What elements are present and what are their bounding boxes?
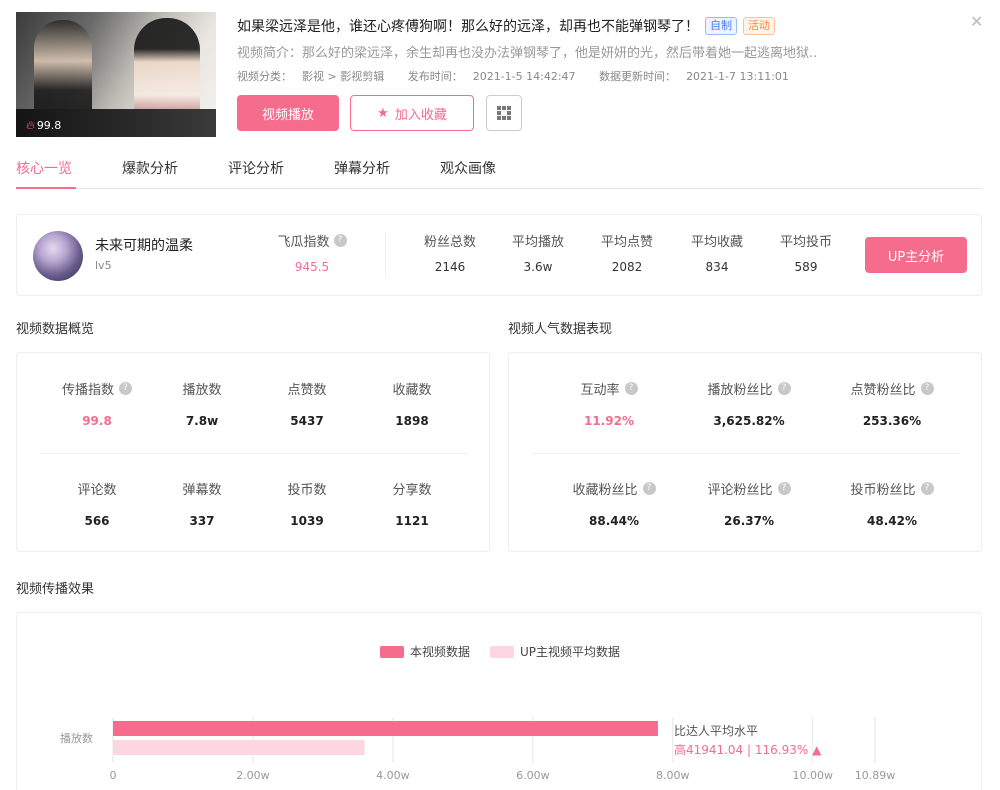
x-tick-label: 0 (110, 769, 117, 782)
help-icon[interactable]: ? (642, 482, 656, 495)
heat-badge: 🔥︎ 99.8 (26, 118, 61, 133)
like-fans-ratio: 点赞粉丝比? 253.36% (827, 379, 957, 428)
up-info-panel: 未来可期的温柔 lv5 飞瓜指数? 945.5 粉丝总数 2146 平均播放 3.6… (16, 214, 982, 296)
flame-icon: 🔥︎ (26, 118, 35, 132)
add-favorite-button[interactable]: ★ 加入收藏 (350, 95, 474, 131)
popularity-card: 互动率? 11.92% 播放粉丝比? 3,625.82% 点赞粉丝比? 253.… (508, 352, 982, 552)
help-icon[interactable]: ? (920, 382, 934, 395)
video-thumbnail[interactable]: 🔥︎ 99.8 (16, 12, 216, 137)
tag-activity: 活动 (743, 17, 775, 35)
favorite-fans-ratio: 收藏粉丝比? 88.44% (549, 479, 679, 528)
divider (533, 453, 959, 454)
interaction-rate: 互动率? 11.92% (549, 379, 669, 428)
x-tick-label: 6.00w (516, 769, 550, 782)
category-info: 视频分类： 影视 > 影视剪辑 (237, 70, 385, 83)
share-count: 分享数 1121 (392, 483, 432, 528)
video-title-row: 如果梁远泽是他，谁还心疼傅狗啊！那么好的远泽，却再也不能弹钢琴了！ 自制 活动 (237, 16, 775, 36)
fans-total: 粉丝总数 2146 (423, 235, 476, 274)
play-count: 播放数 7.8w (182, 383, 222, 428)
x-tick-label: 10.00w (792, 769, 833, 782)
up-analysis-button[interactable]: UP主分析 (865, 237, 967, 273)
help-icon[interactable]: ? (119, 382, 132, 395)
avg-like: 平均点赞 2082 (600, 235, 653, 274)
tab-bar: 核心一览 爆款分析 评论分析 弹幕分析 观众画像 (16, 158, 982, 189)
comparison-annotation-title: 比达人平均水平 (674, 724, 758, 738)
tab-comment-analysis[interactable]: 评论分析 (228, 158, 284, 189)
y-category-label: 播放数 (60, 731, 93, 745)
bar-chart: 0 2.00w 4.00w 6.00w 8.00w 10.00w 10.89w 播放数 比达人平… (60, 717, 896, 782)
help-icon[interactable]: ? (624, 382, 638, 395)
play-video-button[interactable]: 视频播放 (237, 95, 339, 131)
tab-core-overview[interactable]: 核心一览 (16, 158, 72, 189)
effect-title: 视频传播效果 (16, 582, 95, 597)
overview-card: 传播指数? 99.8 播放数 7.8w 点赞数 5437 收藏数 1898 评论数 56… (16, 352, 490, 552)
bar-up-average (113, 740, 365, 755)
tab-danmaku-analysis[interactable]: 弹幕分析 (334, 158, 390, 189)
avg-play: 平均播放 3.6w (511, 235, 564, 274)
publish-info: 发布时间： 2021-1-5 14:42:47 (407, 70, 576, 83)
popularity-title: 视频人气数据表现 (508, 322, 613, 337)
help-icon[interactable]: ? (777, 382, 791, 395)
help-icon[interactable]: ? (920, 482, 934, 495)
comparison-annotation-value: 高41941.04 | 116.93% ▲ (674, 742, 822, 757)
spread-effect-chart-card: 本视频数据 UP主视频平均数据 0 2.00w 4.00w 6.00w 8.00w 10.… (16, 612, 982, 790)
bar-this-video (113, 721, 658, 736)
coin-fans-ratio: 投币粉丝比? 48.42% (827, 479, 957, 528)
qr-code-icon (497, 106, 511, 120)
avg-coin: 平均投币 589 (779, 235, 832, 274)
feigua-index: 飞瓜指数? 945.5 (267, 231, 357, 274)
video-meta: 视频分类： 影视 > 影视剪辑 发布时间： 2021-1-5 14:42:47 数据… (237, 68, 809, 84)
update-info: 数据更新时间： 2021-1-7 13:11:01 (599, 70, 789, 83)
x-tick-label: 2.00w (236, 769, 270, 782)
help-icon[interactable]: ? (777, 482, 791, 495)
video-title[interactable]: 如果梁远泽是他，谁还心疼傅狗啊！那么好的远泽，却再也不能弹钢琴了！ (237, 16, 699, 36)
video-description: 视频简介：那么好的梁远泽，余生却再也没办法弹钢琴了，他是妍妍的光，然后带着她一起… (237, 46, 818, 61)
divider (41, 453, 467, 454)
tab-hit-analysis[interactable]: 爆款分析 (122, 158, 178, 189)
up-name[interactable]: 未来可期的温柔 (95, 235, 193, 255)
feigua-value: 945.5 (294, 260, 330, 274)
overview-title: 视频数据概览 (16, 322, 95, 337)
favorite-count: 收藏数 1898 (392, 383, 432, 428)
divider (385, 233, 386, 277)
danmaku-count: 弹幕数 337 (182, 483, 222, 528)
qr-code-button[interactable] (486, 95, 522, 131)
tag-self-made: 自制 (705, 17, 737, 35)
comment-fans-ratio: 评论粉丝比? 26.37% (684, 479, 814, 528)
tab-audience-profile[interactable]: 观众画像 (440, 158, 496, 189)
comment-count: 评论数 566 (77, 483, 117, 528)
up-level: lv5 (95, 259, 112, 272)
x-tick-label: 4.00w (376, 769, 410, 782)
like-count: 点赞数 5437 (287, 383, 327, 428)
avg-favorite: 平均收藏 834 (690, 235, 743, 274)
active-tab-indicator (16, 187, 76, 189)
close-icon[interactable]: ✕ (970, 12, 983, 31)
x-tick-label: 8.00w (656, 769, 690, 782)
play-fans-ratio: 播放粉丝比? 3,625.82% (684, 379, 814, 428)
spread-index: 传播指数? 99.8 (47, 379, 147, 428)
avatar[interactable] (33, 231, 83, 281)
x-tick-label: 10.89w (855, 769, 896, 782)
heat-value: 99.8 (36, 119, 62, 132)
star-icon: ★ (377, 105, 389, 121)
coin-count: 投币数 1039 (287, 483, 327, 528)
help-icon[interactable]: ? (333, 234, 347, 247)
